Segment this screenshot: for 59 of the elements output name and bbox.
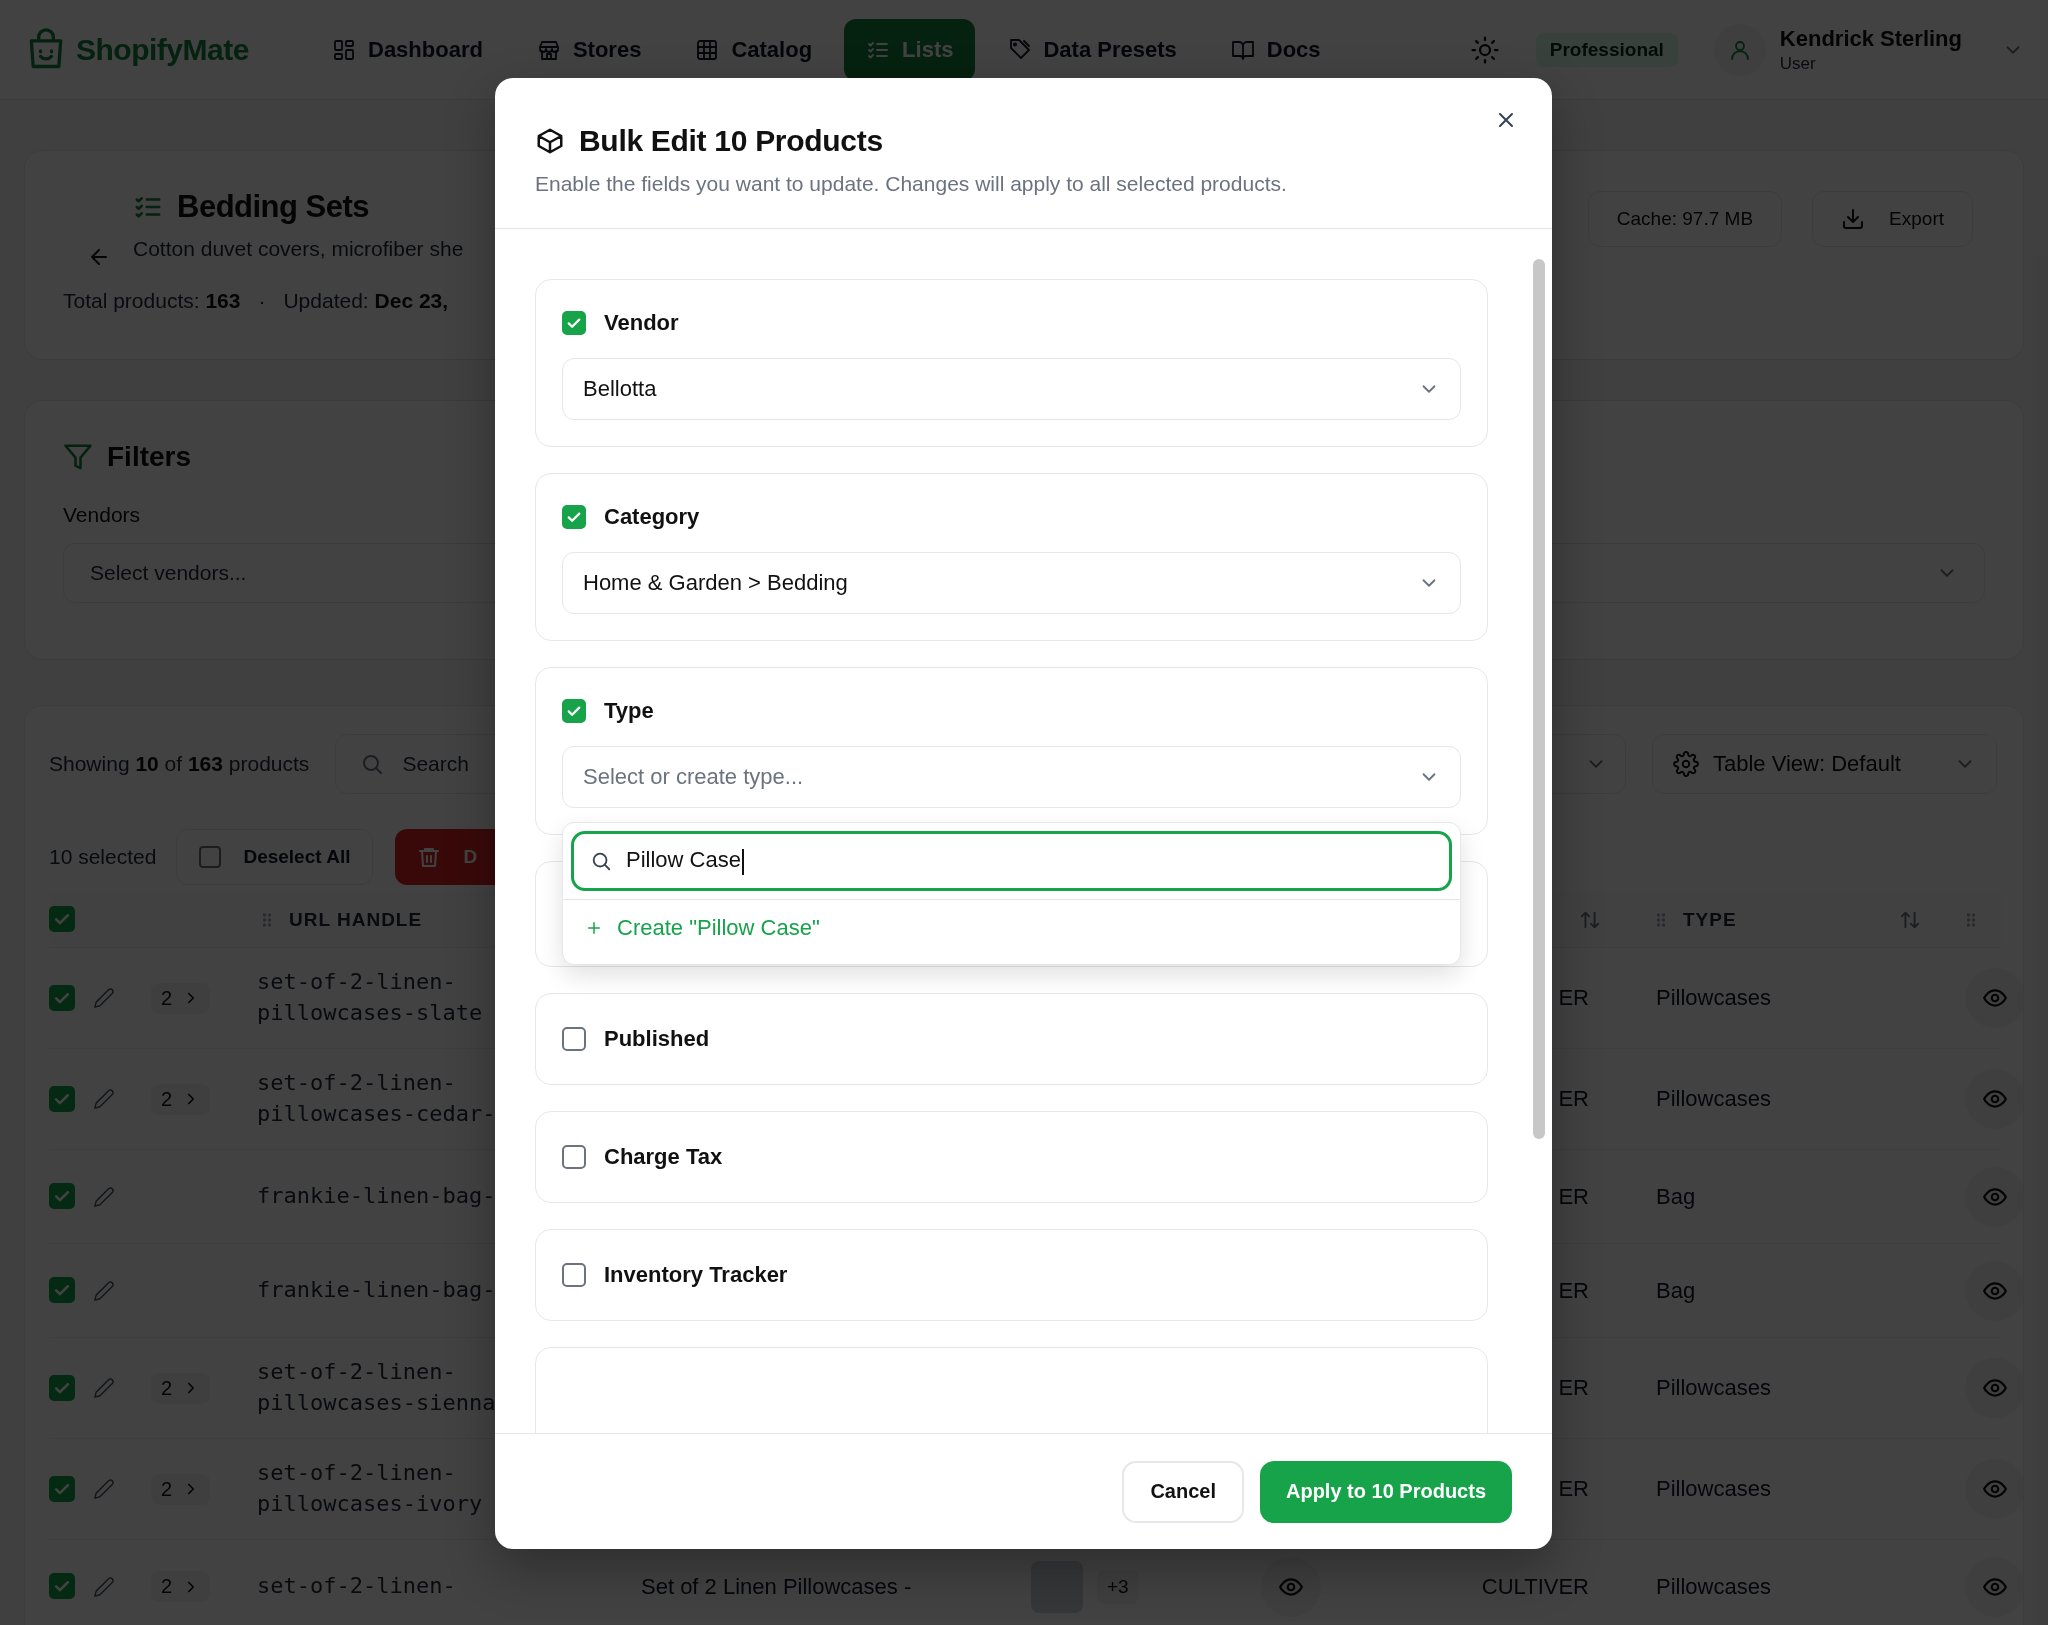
field-label: Inventory Tracker [604, 1262, 788, 1288]
checkbox[interactable] [562, 505, 586, 529]
product-type: Pillowcases [1656, 1375, 1771, 1400]
vendor-text: ER [1558, 1375, 1589, 1400]
vendor-text: ER [1558, 1476, 1589, 1501]
list-title: Bedding Sets [177, 189, 370, 225]
select-field[interactable]: Home & Garden > Bedding [562, 552, 1461, 614]
url-handle: set-of-2-linen-pillowcases-ivory [257, 1459, 484, 1518]
total-products-text: Total products: 163 [63, 289, 241, 313]
url-handle: set-of-2-linen-pillowcases-cedar- [257, 1069, 497, 1128]
checkbox[interactable] [562, 311, 586, 335]
user-role: User [1779, 53, 1817, 74]
vendor-text: ER [1558, 1277, 1589, 1303]
field-label: Charge Tax [604, 1144, 723, 1170]
modal-subtitle: Enable the fields you want to update. Changes will apply to all selected products. [535, 172, 1288, 196]
product-title: Set of 2 Linen Pillowcases - [641, 1573, 912, 1599]
app-logo-text: ShopifyMate [76, 32, 249, 67]
url-handle: set-of-2-linen-pillowcases-slate [257, 968, 484, 1027]
selected-count: 10 selected [49, 845, 157, 869]
vendor-text: ER [1558, 1086, 1589, 1111]
select-field[interactable]: Bellotta [562, 358, 1461, 420]
vendor-text: ER [1558, 1183, 1589, 1209]
user-name: Kendrick Sterling [1779, 25, 1962, 52]
scrollbar[interactable] [1533, 259, 1545, 1139]
product-type: Pillowcases [1656, 1086, 1771, 1111]
list-description: Cotton duvet covers, microfiber she [133, 237, 464, 261]
product-type: Bag [1656, 1277, 1696, 1303]
url-handle: frankie-linen-bag- [257, 1276, 497, 1305]
modal-title: Bulk Edit 10 Products [579, 124, 883, 158]
search-input[interactable]: Pillow Case [571, 831, 1452, 891]
product-type: Pillowcases [1656, 1573, 1771, 1599]
field-label: Type [604, 698, 654, 724]
product-type: Pillowcases [1656, 1476, 1771, 1501]
select-field[interactable]: Select or create type... [562, 746, 1461, 808]
checkbox[interactable] [562, 1263, 586, 1287]
vendor-text: ER [1558, 985, 1589, 1010]
url-handle: set-of-2-linen-pillowcases-sienna [257, 1358, 497, 1417]
field-label: Category [604, 504, 700, 530]
product-type: Pillowcases [1656, 985, 1771, 1010]
plus-icon [585, 919, 603, 937]
field-label: Published [604, 1026, 710, 1052]
url-handle: set-of-2-linen- [257, 1572, 457, 1601]
checkbox[interactable] [562, 1027, 586, 1051]
filters-title: Filters [107, 441, 192, 473]
field-label: Vendors [63, 503, 141, 527]
checkbox[interactable] [562, 1145, 586, 1169]
create-option[interactable]: Create "Pillow Case" [563, 899, 1460, 956]
product-type: Bag [1656, 1183, 1696, 1209]
package-icon [535, 126, 565, 156]
cancel-button[interactable]: Cancel [1122, 1460, 1244, 1523]
search-icon [590, 850, 612, 872]
url-handle: frankie-linen-bag- [257, 1182, 497, 1211]
apply-button[interactable]: Apply to 10 Products [1259, 1460, 1512, 1523]
vendor-text: CULTIVER [1481, 1573, 1589, 1599]
checkbox[interactable] [562, 699, 586, 723]
field-label: Vendor [604, 310, 679, 336]
showing-count: Showing 10 of 163 products [49, 752, 310, 776]
separator-dot: · [258, 289, 266, 313]
updated-text: Updated: Dec 23, [283, 289, 449, 313]
